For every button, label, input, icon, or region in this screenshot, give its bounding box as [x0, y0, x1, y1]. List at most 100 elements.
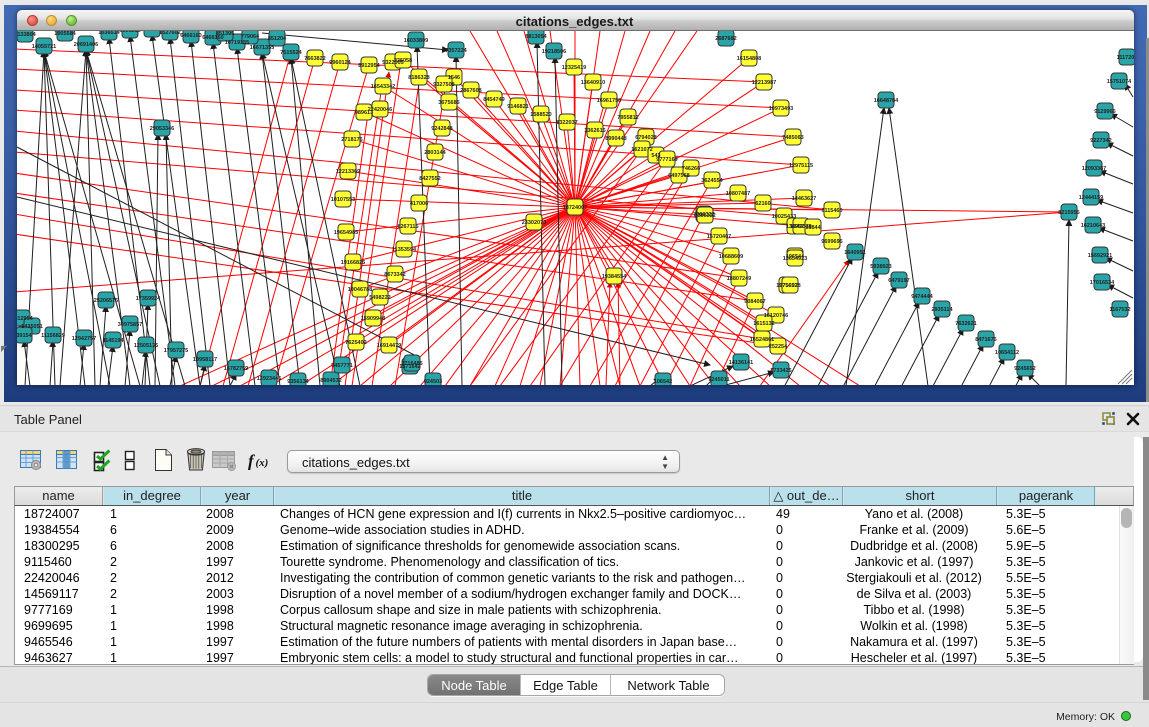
- svg-text:16543342: 16543342: [371, 84, 395, 90]
- svg-text:16914479: 16914479: [377, 343, 401, 349]
- svg-text:226058: 226058: [394, 58, 412, 64]
- svg-text:9115460: 9115460: [821, 208, 842, 214]
- svg-text:30975857: 30975857: [118, 322, 142, 328]
- svg-text:5498222: 5498222: [369, 295, 390, 301]
- svg-text:3716485: 3716485: [401, 361, 422, 367]
- svg-text:39154: 39154: [17, 333, 33, 339]
- svg-text:6794028: 6794028: [635, 135, 656, 141]
- svg-text:12325419: 12325419: [562, 65, 586, 71]
- svg-text:1527602: 1527602: [159, 31, 180, 36]
- svg-text:17359924: 17359924: [136, 296, 161, 302]
- svg-text:14463627: 14463627: [792, 196, 816, 202]
- svg-text:15909948: 15909948: [361, 316, 385, 322]
- svg-text:6479197: 6479197: [888, 278, 909, 284]
- svg-text:10046788: 10046788: [348, 287, 372, 293]
- svg-text:9245011: 9245011: [708, 377, 729, 383]
- svg-text:9474444: 9474444: [911, 294, 933, 300]
- svg-text:7955812: 7955812: [617, 115, 638, 121]
- svg-text:18724007: 18724007: [563, 205, 587, 211]
- svg-text:8267115: 8267115: [397, 224, 418, 230]
- svg-text:19166825: 19166825: [341, 260, 365, 266]
- svg-text:5938923: 5938923: [870, 264, 891, 270]
- svg-text:16671355: 16671355: [250, 45, 274, 51]
- svg-text:11353594: 11353594: [392, 247, 417, 253]
- svg-text:8186328: 8186328: [408, 75, 429, 81]
- svg-text:10107553: 10107553: [331, 197, 355, 203]
- svg-text:98844: 98844: [805, 225, 821, 231]
- svg-text:(x): (x): [256, 457, 269, 469]
- svg-text:8813054: 8813054: [525, 34, 547, 40]
- svg-text:2133804: 2133804: [17, 32, 37, 38]
- svg-text:9245652: 9245652: [1014, 366, 1035, 372]
- svg-text:9457771: 9457771: [331, 363, 352, 369]
- svg-text:13654923: 13654923: [783, 256, 807, 262]
- svg-text:9327508: 9327508: [433, 82, 454, 88]
- svg-text:8471676: 8471676: [975, 337, 996, 343]
- svg-text:14136141: 14136141: [729, 360, 753, 366]
- svg-text:16782759: 16782759: [224, 366, 248, 372]
- svg-text:19218506: 19218506: [542, 49, 566, 55]
- svg-text:1036514: 1036514: [98, 31, 120, 36]
- svg-text:25206575: 25206575: [94, 298, 118, 304]
- svg-text:10688609: 10688609: [719, 254, 743, 260]
- svg-text:2687682: 2687682: [715, 36, 736, 42]
- svg-text:10958117: 10958117: [193, 357, 217, 363]
- svg-text:2935114: 2935114: [931, 307, 953, 313]
- svg-text:16210643: 16210643: [1081, 223, 1105, 229]
- svg-text:1435051: 1435051: [21, 324, 42, 330]
- svg-text:8904532: 8904532: [320, 378, 341, 384]
- svg-text:8322037: 8322037: [556, 120, 577, 126]
- svg-text:7632621: 7632621: [955, 321, 976, 327]
- svg-text:18807249: 18807249: [727, 276, 751, 282]
- svg-text:16524861: 16524861: [750, 337, 774, 343]
- svg-text:851204: 851204: [268, 36, 287, 42]
- svg-text:2867608: 2867608: [460, 88, 481, 94]
- svg-text:2386322: 2386322: [694, 213, 715, 219]
- svg-text:8427552: 8427552: [419, 176, 440, 182]
- svg-text:9699695: 9699695: [821, 239, 842, 245]
- svg-text:10973493: 10973493: [769, 106, 793, 112]
- svg-text:7357224: 7357224: [445, 48, 467, 54]
- svg-text:7663822: 7663822: [304, 56, 325, 62]
- svg-text:10807487: 10807487: [726, 191, 750, 197]
- svg-text:1145194: 1145194: [102, 338, 124, 344]
- svg-text:12213369: 12213369: [336, 169, 360, 175]
- svg-text:9356134: 9356134: [287, 379, 309, 385]
- svg-text:1733426: 1733426: [770, 368, 791, 374]
- svg-text:779064: 779064: [241, 34, 260, 40]
- svg-text:9777169: 9777169: [656, 157, 677, 163]
- svg-text:16961758: 16961758: [597, 98, 621, 104]
- svg-text:851395: 851395: [216, 31, 234, 37]
- svg-text:1167532: 1167532: [1109, 307, 1130, 313]
- svg-text:12975115: 12975115: [789, 163, 813, 169]
- svg-text:10719155: 10719155: [225, 40, 249, 46]
- svg-text:16120746: 16120746: [764, 313, 788, 319]
- svg-text:2803144: 2803144: [424, 150, 446, 156]
- svg-text:17957275: 17957275: [164, 348, 188, 354]
- svg-text:1905584: 1905584: [54, 31, 76, 37]
- svg-text:3624554: 3624554: [701, 178, 723, 184]
- svg-text:1621072: 1621072: [631, 147, 652, 153]
- svg-text:924503: 924503: [424, 379, 442, 385]
- svg-text:16033809: 16033809: [404, 38, 428, 44]
- svg-text:22420046: 22420046: [368, 107, 392, 113]
- svg-text:15720407: 15720407: [707, 234, 731, 240]
- svg-text:62160: 62160: [755, 201, 770, 207]
- svg-text:13640910: 13640910: [581, 80, 605, 86]
- svg-text:8215955: 8215955: [1058, 210, 1079, 216]
- svg-text:20691406: 20691406: [74, 42, 98, 48]
- svg-text:1615132: 1615132: [753, 321, 774, 327]
- svg-text:9960124: 9960124: [329, 60, 351, 66]
- svg-text:746266: 746266: [682, 166, 700, 172]
- svg-text:16648784: 16648784: [874, 98, 899, 104]
- svg-text:16154808: 16154808: [737, 56, 761, 62]
- svg-text:9129966: 9129966: [1094, 109, 1115, 115]
- svg-text:10654112: 10654112: [995, 350, 1019, 356]
- svg-text:10025433: 10025433: [772, 214, 796, 220]
- svg-text:12213987: 12213987: [752, 80, 776, 86]
- svg-text:1362615: 1362615: [584, 128, 605, 134]
- svg-text:252254: 252254: [769, 344, 788, 350]
- svg-text:12093387: 12093387: [1082, 166, 1106, 172]
- svg-text:12444159: 12444159: [1079, 195, 1103, 201]
- svg-text:3912954: 3912954: [17, 316, 34, 322]
